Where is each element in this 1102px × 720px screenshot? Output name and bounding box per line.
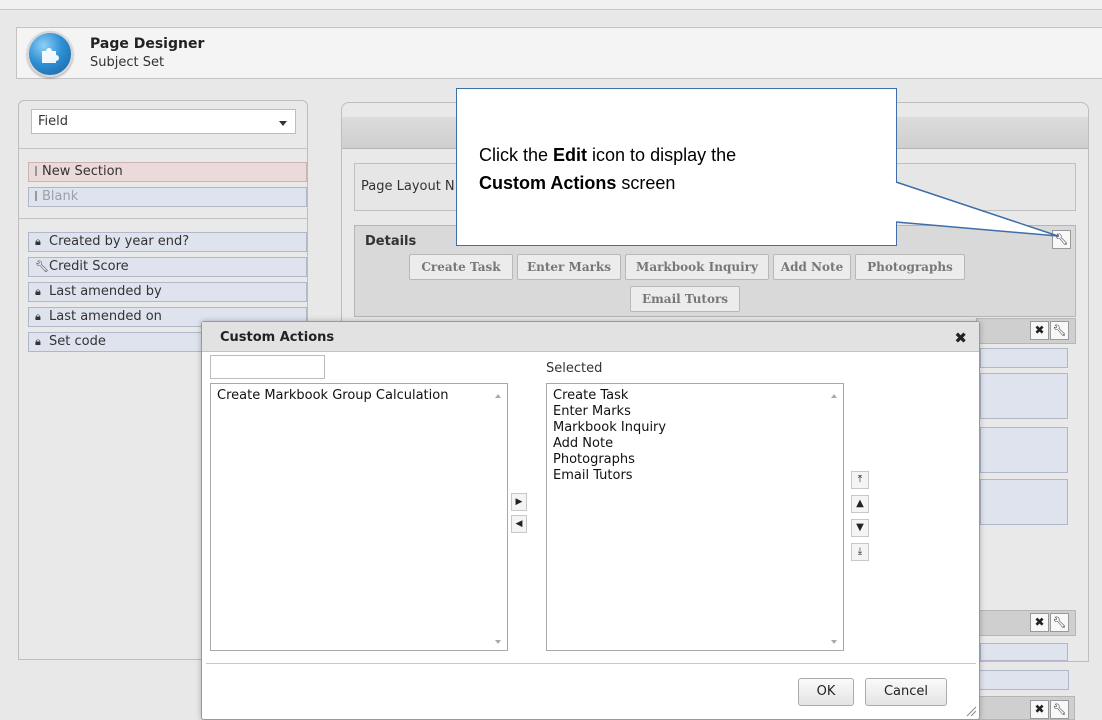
close-icon[interactable]: ✖ xyxy=(954,329,967,347)
scroll-up-icon[interactable] xyxy=(495,394,501,398)
list-item[interactable]: Create Markbook Group Calculation xyxy=(217,388,448,404)
wrench-icon[interactable]: 🔧︎ xyxy=(1050,613,1069,632)
palette-item-label: New Section xyxy=(42,164,123,179)
page-title: Page Designer xyxy=(90,36,205,52)
action-enter-marks[interactable]: Enter Marks xyxy=(517,254,621,280)
close-icon[interactable]: ✖ xyxy=(1030,321,1049,340)
details-label: Details xyxy=(365,234,417,249)
divider xyxy=(19,148,307,149)
close-icon[interactable]: ✖ xyxy=(1030,700,1049,719)
dialog-title: Custom Actions xyxy=(220,330,335,345)
dialog-divider xyxy=(206,663,976,664)
list-item[interactable]: Add Note xyxy=(553,436,666,452)
tutorial-callout: Click the Edit icon to display the Custo… xyxy=(456,88,897,246)
field-slot xyxy=(980,427,1068,473)
lock-icon: 🔒︎ xyxy=(35,285,41,298)
field-slot xyxy=(980,373,1068,419)
wrench-icon[interactable]: 🔧︎ xyxy=(1050,700,1069,719)
selected-list-label: Selected xyxy=(546,361,603,376)
move-bottom-button[interactable]: ⤓ xyxy=(851,543,869,561)
top-strip xyxy=(0,0,1102,10)
field-slot xyxy=(980,348,1068,368)
app-header: Page Designer Subject Set xyxy=(16,27,1102,79)
action-markbook-inquiry[interactable]: Markbook Inquiry xyxy=(625,254,769,280)
close-icon[interactable]: ✖ xyxy=(1030,613,1049,632)
list-item[interactable]: Photographs xyxy=(553,452,666,468)
field-slot xyxy=(979,670,1069,690)
field-type-select[interactable]: Field xyxy=(31,109,296,134)
ok-button[interactable]: OK xyxy=(798,678,854,706)
page-subtitle: Subject Set xyxy=(90,55,165,70)
move-up-button[interactable]: ▲ xyxy=(851,495,869,513)
lock-icon: 🔒︎ xyxy=(35,235,41,248)
wrench-icon: 🔧︎ xyxy=(35,260,49,273)
drag-handle-icon xyxy=(35,191,37,201)
puzzle-icon xyxy=(27,31,73,77)
list-item[interactable]: Markbook Inquiry xyxy=(553,420,666,436)
cancel-button[interactable]: Cancel xyxy=(865,678,947,706)
palette-item-label: Blank xyxy=(42,189,79,204)
palette-item-credit-score[interactable]: 🔧︎Credit Score xyxy=(28,257,307,277)
field-slot xyxy=(980,643,1068,661)
custom-actions-dialog: Custom Actions ✖ Selected Create Markboo… xyxy=(201,321,980,720)
selected-actions-list[interactable]: Create Task Enter Marks Markbook Inquiry… xyxy=(546,383,844,651)
palette-item-created-by-year-end[interactable]: 🔒︎ Created by year end? xyxy=(28,232,307,252)
divider xyxy=(19,218,307,219)
drag-handle-icon xyxy=(35,166,37,176)
palette-item-label: Last amended on xyxy=(49,309,162,324)
callout-text: Click the Edit icon to display the Custo… xyxy=(479,145,737,193)
palette-item-label: Last amended by xyxy=(49,284,162,299)
callout-pointer xyxy=(895,181,1059,237)
action-photographs[interactable]: Photographs xyxy=(855,254,965,280)
palette-item-last-amended-by[interactable]: 🔒︎ Last amended by xyxy=(28,282,307,302)
callout-bold-edit: Edit xyxy=(553,145,588,165)
move-right-button[interactable]: ▶ xyxy=(511,493,527,511)
dialog-title-bar[interactable]: Custom Actions ✖ xyxy=(202,322,979,352)
palette-item-blank[interactable]: Blank xyxy=(28,187,307,207)
action-create-task[interactable]: Create Task xyxy=(409,254,513,280)
action-add-note[interactable]: Add Note xyxy=(773,254,851,280)
resize-grip-icon[interactable] xyxy=(965,705,977,717)
field-slot xyxy=(980,479,1068,525)
scroll-down-icon[interactable] xyxy=(495,640,501,644)
chevron-down-icon xyxy=(279,121,287,126)
list-item[interactable]: Email Tutors xyxy=(553,468,666,484)
scroll-up-icon[interactable] xyxy=(831,394,837,398)
filter-input[interactable] xyxy=(210,355,325,379)
list-item[interactable]: Create Task xyxy=(553,388,666,404)
lock-icon: 🔒︎ xyxy=(35,335,41,348)
scroll-down-icon[interactable] xyxy=(831,640,837,644)
callout-bold-custom-actions: Custom Actions xyxy=(479,173,617,193)
move-left-button[interactable]: ◀ xyxy=(511,515,527,533)
lock-icon: 🔒︎ xyxy=(35,310,41,323)
palette-item-new-section[interactable]: New Section xyxy=(28,162,307,182)
palette-item-label: Credit Score xyxy=(49,259,129,274)
move-down-button[interactable]: ▼ xyxy=(851,519,869,537)
field-type-value: Field xyxy=(38,114,69,129)
available-actions-list[interactable]: Create Markbook Group Calculation xyxy=(210,383,508,651)
wrench-icon[interactable]: 🔧︎ xyxy=(1050,321,1069,340)
page-layout-label: Page Layout N xyxy=(361,179,455,194)
palette-item-label: Created by year end? xyxy=(49,234,190,249)
move-top-button[interactable]: ⤒ xyxy=(851,471,869,489)
list-item[interactable]: Enter Marks xyxy=(553,404,666,420)
palette-item-label: Set code xyxy=(49,334,106,349)
action-email-tutors[interactable]: Email Tutors xyxy=(630,286,740,312)
